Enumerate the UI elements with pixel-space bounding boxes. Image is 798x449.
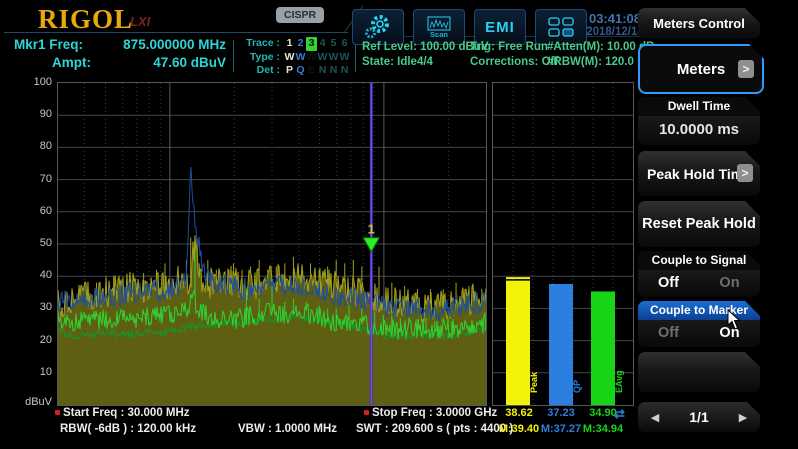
cispr-badge: CISPR	[276, 7, 324, 23]
y-axis-tick: 90	[18, 108, 52, 120]
trace-info: Trace :123456Type :WWWWWWDet :PQENNN	[240, 37, 352, 78]
start-freq-dot	[55, 410, 60, 415]
submenu-arrow-icon: >	[738, 60, 754, 78]
empty-softkey	[638, 352, 760, 392]
y-axis-tick: 80	[18, 140, 52, 152]
meter-current-value: 38.62	[500, 407, 538, 419]
meter-bars-panel: Peak QP EAvg	[492, 82, 634, 406]
trig-text: Trig: Free Run	[470, 40, 558, 55]
trace-info-value: 5	[328, 37, 339, 51]
trace-info-row: Det :PQENNN	[240, 64, 352, 78]
page-navigator: ◀ 1/1 ▶	[638, 402, 760, 432]
start-freq: Start Freq : 30.000 MHz	[55, 407, 190, 419]
sidebar-title: Meters Control	[638, 8, 760, 39]
dwell-time-button[interactable]: Dwell Time 10.0000 ms	[638, 97, 760, 145]
y-axis-tick: 30	[18, 301, 52, 313]
meters-menu-button[interactable]: Meters >	[638, 44, 764, 94]
next-page-button[interactable]: ▶	[726, 411, 760, 424]
meter-bar-label: EAvg	[614, 370, 624, 393]
y-axis-tick: 50	[18, 237, 52, 249]
spectrum-chart: 1	[57, 82, 487, 406]
corrections-text: Corrections: Off	[470, 55, 558, 70]
trace-info-row: Trace : 123456	[240, 37, 352, 51]
trace-info-row-label: Type :	[240, 51, 280, 65]
y-axis-tick: 70	[18, 173, 52, 185]
vbw-readout: VBW : 1.0000 MHz	[238, 423, 337, 435]
trace-info-value: N	[317, 64, 328, 78]
dwell-time-label: Dwell Time	[638, 97, 760, 116]
marker-freq-label: Mkr1 Freq:	[14, 36, 83, 54]
trace-info-value: N	[328, 64, 339, 78]
trace-info-value: W	[306, 51, 317, 65]
marker-ampt-value: 47.60 dBuV	[153, 54, 226, 72]
couple-signal-off[interactable]: Off	[638, 275, 699, 291]
y-axis-tick: 40	[18, 269, 52, 281]
windows-icon	[548, 17, 574, 37]
stop-freq-dot	[364, 410, 369, 415]
dwell-time-value: 10.0000 ms	[638, 116, 760, 143]
y-axis-tick: 60	[18, 205, 52, 217]
trace-info-value: 1	[284, 37, 295, 51]
trace-info-value: 2	[295, 37, 306, 51]
reset-peak-hold-button[interactable]: Reset Peak Hold	[638, 201, 760, 247]
trace-info-value: W	[317, 51, 328, 65]
mouse-cursor	[727, 309, 743, 331]
scan-label: Scan	[430, 30, 448, 39]
rigol-logo: RIGOL	[38, 4, 133, 35]
page-indicator: 1/1	[672, 409, 726, 425]
trace-info-value: P	[284, 64, 295, 78]
y-axis-tick: 10	[18, 366, 52, 378]
divider	[233, 40, 234, 72]
y-axis-unit: dBuV	[18, 396, 52, 408]
trace-info-value: W	[284, 51, 295, 65]
meter-swap-icon[interactable]: ⇄	[614, 406, 625, 422]
couple-signal-on[interactable]: On	[699, 275, 760, 291]
trace-info-value: Q	[295, 64, 306, 78]
trace-info-row-label: Trace :	[240, 37, 280, 51]
trace-info-value: 3	[306, 37, 317, 51]
divider	[355, 42, 356, 72]
stop-freq: Stop Freq : 3.0000 GHz	[364, 407, 486, 419]
y-axis-tick: 20	[18, 334, 52, 346]
peak-hold-time-button[interactable]: Peak Hold Time >	[638, 151, 760, 196]
marker-readout: Mkr1 Freq: 875.000000 MHz Ampt: 47.60 dB…	[14, 36, 226, 72]
swt-readout: SWT : 209.600 s ( pts : 4400 )	[356, 423, 486, 435]
marker-freq-value: 875.000000 MHz	[123, 36, 226, 54]
header-divider	[4, 32, 348, 33]
y-axis-tick: 100	[18, 76, 52, 88]
trace-info-value: W	[328, 51, 339, 65]
gear-icon	[364, 13, 392, 41]
meter-bar-label: Peak	[529, 371, 539, 393]
status-trigger: Trig: Free Run Corrections: Off	[470, 40, 558, 70]
trace-info-value: 6	[339, 37, 350, 51]
scan-icon	[427, 16, 451, 31]
trace-info-value: W	[339, 51, 350, 65]
marker-ampt-label: Ampt:	[14, 54, 91, 72]
trace-info-row: Type :WWWWWW	[240, 51, 352, 65]
meter-current-value: 37.23	[542, 407, 580, 419]
lxi-logo: LXI	[130, 14, 150, 29]
meter-bars: Peak QP EAvg	[493, 83, 633, 405]
trace-info-value: N	[339, 64, 350, 78]
emi-label: EMI	[485, 19, 515, 36]
spectrum-traces: 1	[58, 83, 486, 405]
trace-info-value: W	[295, 51, 306, 65]
trace-info-value: 4	[317, 37, 328, 51]
prev-page-button[interactable]: ◀	[638, 411, 672, 424]
rbw-readout: RBW( -6dB ) : 120.00 kHz	[60, 423, 196, 435]
trace-info-value: E	[306, 64, 317, 78]
meter-max-value: M:34.94	[578, 423, 628, 435]
trace-info-row-label: Det :	[240, 64, 280, 78]
couple-to-signal-button[interactable]: Couple to Signal Off On	[638, 251, 760, 297]
svg-text:1: 1	[368, 222, 375, 237]
couple-marker-off[interactable]: Off	[638, 325, 699, 341]
couple-to-signal-label: Couple to Signal	[638, 251, 760, 270]
meter-bar-label: QP	[572, 380, 582, 393]
submenu-arrow-icon: >	[737, 164, 753, 182]
analyzer-screen: RIGOL LXI CISPR Mkr1 Freq: 875.000000 MH…	[0, 0, 798, 449]
